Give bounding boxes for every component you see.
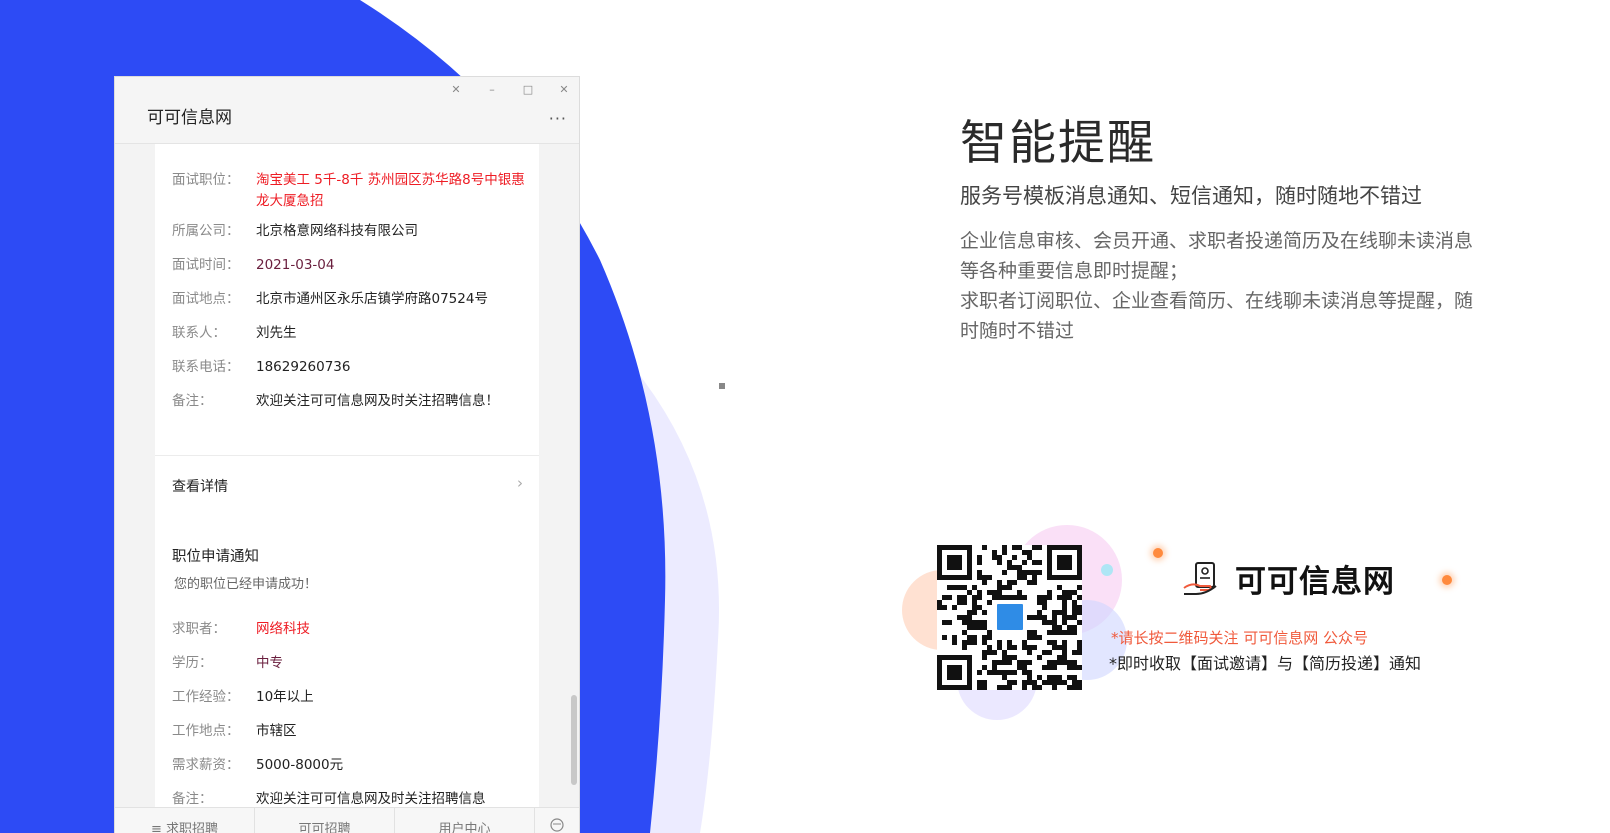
row-value: 中专 [256, 655, 283, 671]
row-label: 工作地点： [172, 723, 240, 739]
row-value: 北京格意网络科技有限公司 [256, 223, 418, 239]
pin-icon[interactable]: ✕ [448, 83, 464, 96]
row-label: 求职者： [172, 621, 226, 637]
row-label: 需求薪资： [172, 757, 240, 773]
feature-title: 智能提醒 [960, 116, 1156, 171]
divider [155, 455, 539, 456]
menu-item-user-center[interactable]: 用户中心 [395, 808, 535, 833]
info-row: 求职者： 网络科技 [172, 619, 532, 640]
decor-dot-orange [1442, 575, 1452, 585]
row-value: 欢迎关注可可信息网及时关注招聘信息 [256, 791, 486, 807]
close-icon[interactable]: ✕ [556, 83, 572, 96]
title-bar: ✕ – □ ✕ 可可信息网 ··· [115, 77, 579, 144]
info-row: 面试地点： 北京市通州区永乐店镇学府路07524号 [172, 289, 532, 310]
row-label: 备注： [172, 791, 213, 807]
menu-item-recruit[interactable]: 可可招聘 [255, 808, 395, 833]
message-list: 面试职位： 淘宝美工 5千-8千 苏州园区苏华路8号中银惠龙大厦急招 所属公司：… [115, 143, 579, 807]
row-label: 工作经验： [172, 689, 240, 705]
maximize-icon[interactable]: □ [520, 83, 536, 96]
info-row: 所属公司： 北京格意网络科技有限公司 [172, 221, 532, 242]
feature-subtitle: 服务号模板消息通知、短信通知，随时随地不错过 [960, 184, 1422, 208]
row-value: 2021-03-04 [256, 257, 335, 273]
chevron-right-icon[interactable]: › [517, 474, 523, 492]
row-value: 10年以上 [256, 689, 314, 705]
info-row: 学历： 中专 [172, 653, 532, 674]
info-row: 工作经验： 10年以上 [172, 687, 532, 708]
brand-name: 可可信息网 [1235, 564, 1395, 600]
decor-dot [719, 383, 725, 389]
row-label: 所属公司： [172, 223, 240, 239]
row-value: 市辖区 [256, 723, 297, 739]
row-label: 面试地点： [172, 291, 240, 307]
interview-notice-card: 面试职位： 淘宝美工 5千-8千 苏州园区苏华路8号中银惠龙大厦急招 所属公司：… [155, 143, 539, 572]
feature-description: 企业信息审核、会员开通、求职者投递简历及在线聊未读消息等各种重要信息即时提醒； … [960, 226, 1490, 346]
info-row: 工作地点： 市辖区 [172, 721, 532, 742]
row-label: 学历： [172, 655, 213, 671]
row-value: 刘先生 [256, 325, 297, 341]
feature-desc-line: 求职者订阅职位、企业查看简历、在线聊未读消息等提醒，随时随时不错过 [960, 290, 1474, 342]
info-row: 备注： 欢迎关注可可信息网及时关注招聘信息 [172, 789, 532, 807]
info-row: 备注： 欢迎关注可可信息网及时关注招聘信息！ [172, 391, 532, 412]
bottom-menu: ≡ 求职招聘 可可招聘 用户中心 [115, 807, 579, 833]
row-value: 5000-8000元 [256, 757, 344, 773]
row-value: 18629260736 [256, 359, 351, 375]
feature-desc-line: 企业信息审核、会员开通、求职者投递简历及在线聊未读消息等各种重要信息即时提醒； [960, 230, 1474, 282]
info-row: 联系人： 刘先生 [172, 323, 532, 344]
keyboard-icon[interactable] [535, 808, 579, 833]
info-row: 面试时间： 2021-03-04 [172, 255, 532, 276]
keyboard-glyph [550, 818, 564, 832]
row-label: 面试时间： [172, 257, 240, 273]
row-value: 欢迎关注可可信息网及时关注招聘信息！ [256, 393, 499, 409]
row-label: 联系人： [172, 325, 226, 341]
row-value: 淘宝美工 5千-8千 苏州园区苏华路8号中银惠龙大厦急招 [256, 172, 525, 209]
scrollbar-thumb[interactable] [571, 695, 577, 785]
menu-item-job-search[interactable]: ≡ 求职招聘 [115, 808, 255, 833]
row-value: 网络科技 [256, 621, 310, 637]
qr-center-logo [994, 601, 1026, 633]
minimize-icon[interactable]: – [484, 83, 500, 96]
row-label: 备注： [172, 393, 213, 409]
info-row: 联系电话： 18629260736 [172, 357, 532, 378]
decor-dot-orange [1153, 548, 1163, 558]
card-subtitle: 您的职位已经申请成功！ [174, 577, 318, 592]
more-options-icon[interactable]: ··· [549, 109, 567, 128]
row-label: 面试职位： [172, 172, 240, 188]
qr-tip: *请长按二维码关注 可可信息网 公众号 [1111, 629, 1369, 647]
app-window: ✕ – □ ✕ 可可信息网 ··· 面试职位： 淘宝美工 5千-8千 苏州园区苏… [115, 77, 579, 833]
hand-document-icon [1182, 560, 1222, 604]
info-row: 面试职位： 淘宝美工 5千-8千 苏州园区苏华路8号中银惠龙大厦急招 [172, 170, 532, 212]
qr-tip: *即时收取【面试邀请】与【简历投递】通知 [1109, 654, 1422, 673]
info-row: 需求薪资： 5000-8000元 [172, 755, 532, 776]
card-title: 职位申请通知 [172, 549, 259, 565]
window-title: 可可信息网 [147, 108, 232, 128]
view-details-link[interactable]: 查看详情 [172, 476, 228, 496]
row-value: 北京市通州区永乐店镇学府路07524号 [256, 291, 488, 307]
application-notice-card: 职位申请通知 您的职位已经申请成功！ 求职者： 网络科技 学历： 中专 工作经验… [155, 528, 539, 807]
row-label: 联系电话： [172, 359, 240, 375]
